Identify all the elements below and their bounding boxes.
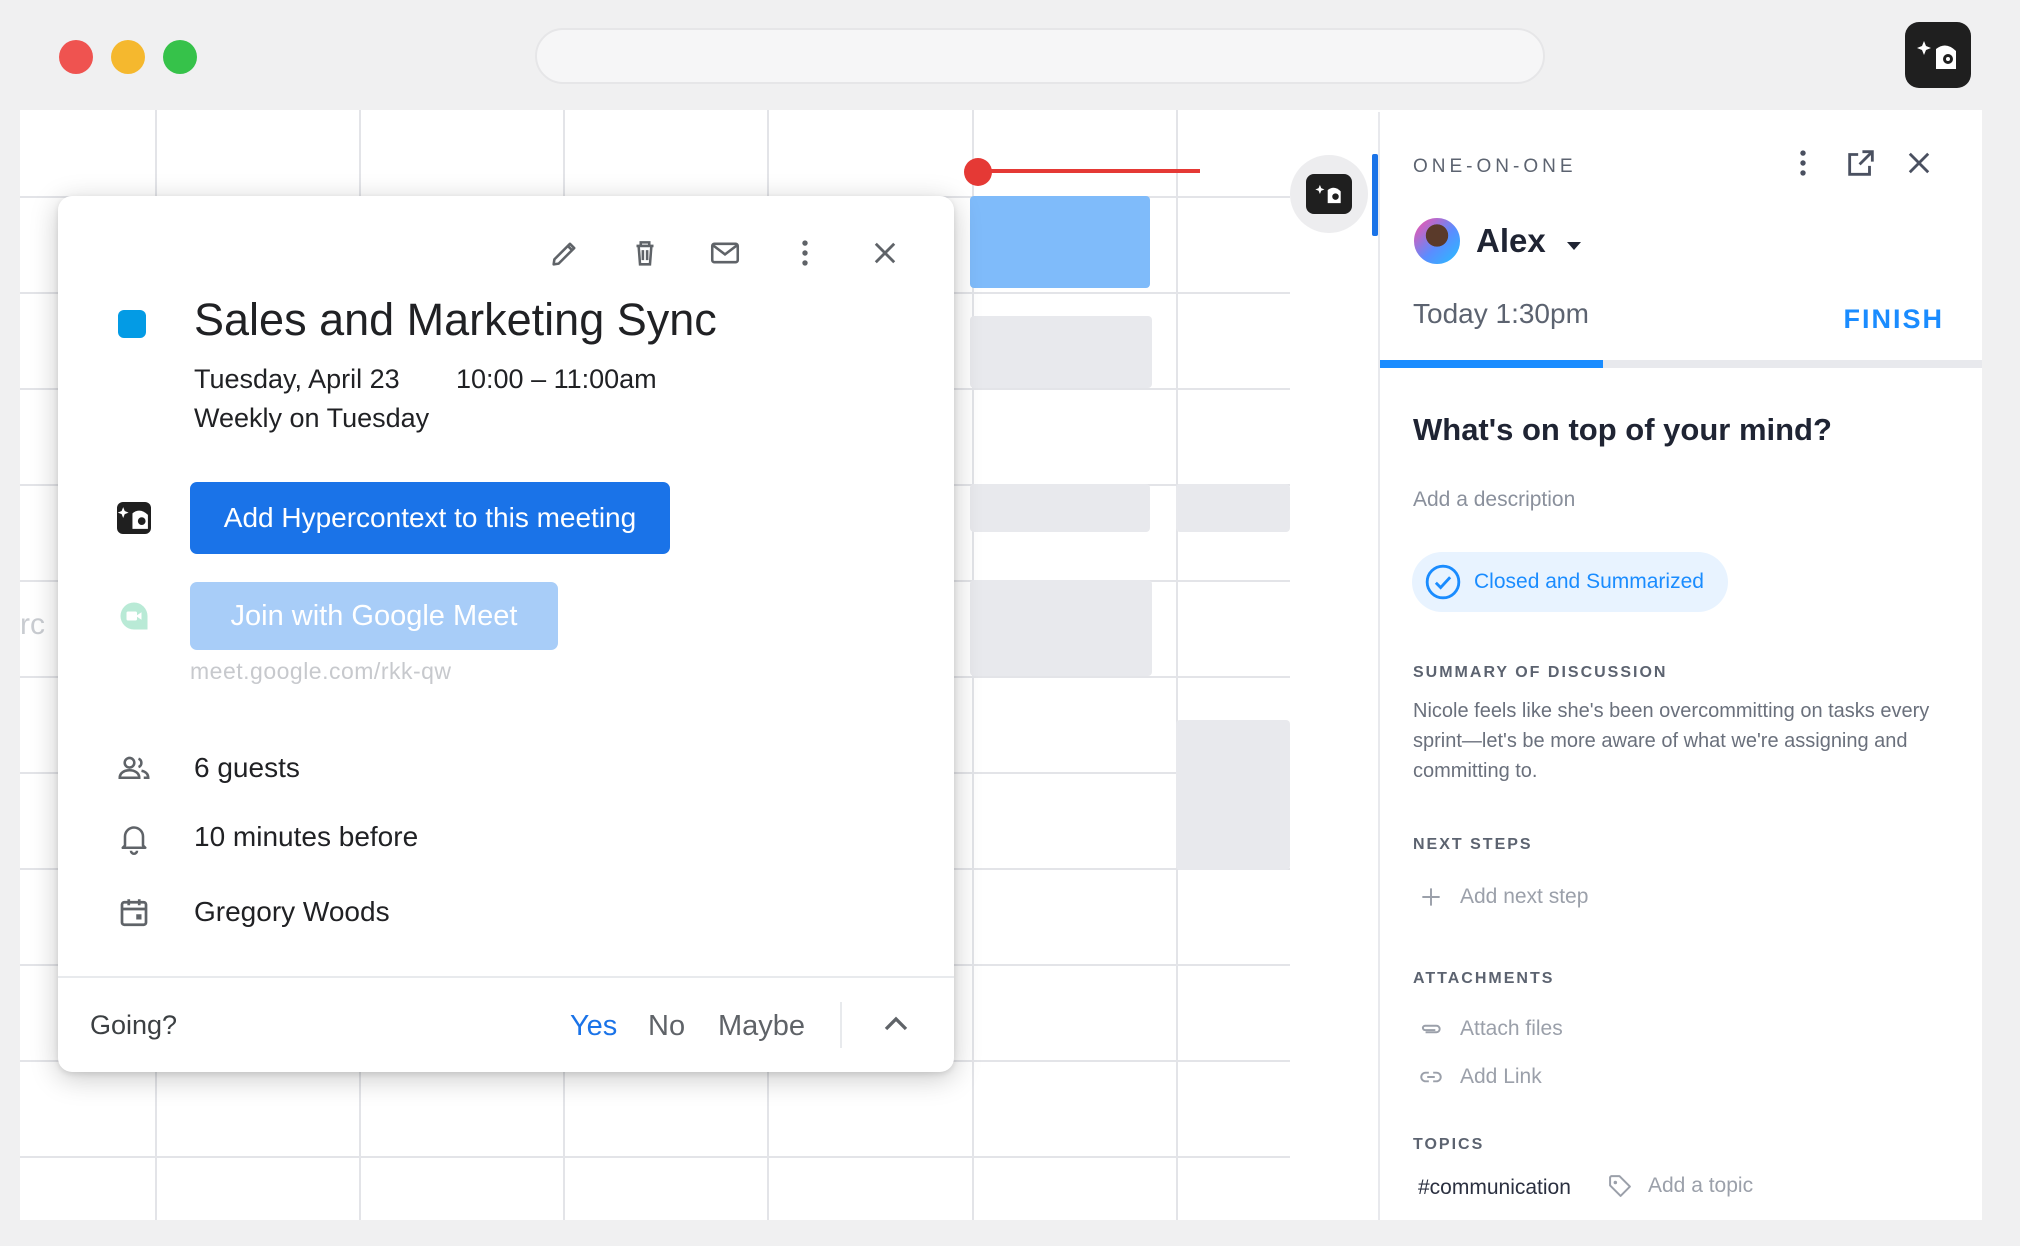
attach-files-label: Attach files [1460, 1017, 1563, 1040]
guests-icon [114, 748, 154, 788]
delete-event-button[interactable] [616, 224, 674, 282]
add-next-step-label: Add next step [1460, 885, 1589, 908]
attach-files-button[interactable]: Attach files [1418, 1016, 1563, 1042]
calendar-event-selected[interactable] [970, 196, 1150, 288]
rsvp-separator [840, 1002, 842, 1048]
popup-divider [58, 976, 954, 978]
summary-label: SUMMARY OF DISCUSSION [1413, 664, 1668, 681]
clipped-text: rc [20, 608, 45, 641]
trash-icon [636, 241, 654, 266]
calendar-event[interactable] [970, 484, 1150, 532]
rsvp-yes-button[interactable]: Yes [570, 1010, 617, 1043]
window-minimize-dot[interactable] [111, 40, 145, 74]
topic-question[interactable]: What's on top of your mind? [1413, 412, 1832, 448]
add-next-step-button[interactable]: Add next step [1418, 884, 1588, 910]
going-label: Going? [90, 1010, 178, 1040]
caret-down-icon[interactable] [1562, 234, 1586, 258]
calendar-event[interactable] [1176, 484, 1290, 532]
tag-icon [1609, 1175, 1631, 1197]
topics-label: TOPICS [1413, 1136, 1485, 1153]
organizer-name: Gregory Woods [194, 896, 390, 927]
avatar [1412, 216, 1462, 266]
add-link-button[interactable]: Add Link [1418, 1064, 1542, 1090]
close-icon [1908, 152, 1930, 174]
current-time-line [980, 169, 1200, 173]
add-hypercontext-button[interactable]: Add Hypercontext to this meeting [190, 482, 670, 554]
external-link-icon [1848, 150, 1874, 176]
grid-line [20, 1156, 1290, 1158]
calendar-event[interactable] [970, 580, 1152, 676]
meeting-time: Today 1:30pm [1413, 298, 1589, 329]
browser-chrome [0, 0, 2020, 110]
edit-event-button[interactable] [536, 224, 594, 282]
add-topic-label: Add a topic [1648, 1174, 1754, 1197]
window-close-dot[interactable] [59, 40, 93, 74]
topic-tag[interactable]: #communication [1418, 1176, 1571, 1200]
next-steps-label: NEXT STEPS [1413, 836, 1533, 853]
pencil-icon [552, 242, 576, 266]
meet-link[interactable]: meet.google.com/rkk-qw [190, 658, 452, 685]
finish-button[interactable]: FINISH [1843, 304, 1944, 335]
bell-icon [114, 818, 154, 858]
more-options-button[interactable] [776, 224, 834, 282]
event-date: Tuesday, April 23 [194, 364, 400, 394]
hypercontext-side-panel: ONE-ON-ONE Alex Today 1:30pm FINISH What… [1378, 112, 1982, 1220]
hypercontext-row-icon [114, 498, 154, 538]
calendar-event[interactable] [970, 316, 1152, 388]
description-placeholder[interactable]: Add a description [1413, 488, 1575, 512]
close-icon [874, 242, 896, 264]
chevron-up-icon[interactable] [876, 1004, 916, 1044]
calendar-icon [114, 892, 154, 932]
summary-text[interactable]: Nicole feels like she's been overcommitt… [1413, 696, 1933, 786]
event-time: 10:00 – 11:00am [456, 364, 657, 394]
hypercontext-extension-icon[interactable] [1905, 22, 1971, 88]
address-bar[interactable] [535, 28, 1545, 84]
meeting-progress-bar [1380, 360, 1982, 368]
event-recurrence: Weekly on Tuesday [194, 403, 430, 433]
popup-toolbar [536, 224, 914, 282]
panel-more-button[interactable] [1786, 146, 1820, 180]
reminder-text: 10 minutes before [194, 821, 419, 852]
add-link-label: Add Link [1460, 1065, 1542, 1088]
hypercontext-logo-icon [1306, 174, 1352, 214]
window-maximize-dot[interactable] [163, 40, 197, 74]
more-vert-icon [802, 240, 808, 266]
paperclip-icon [1421, 1024, 1441, 1034]
link-icon [1420, 1071, 1442, 1083]
event-title: Sales and Marketing Sync [194, 294, 717, 345]
add-topic-button[interactable]: Add a topic [1606, 1172, 1753, 1200]
mail-icon [710, 242, 740, 264]
close-panel-button[interactable] [1902, 146, 1936, 180]
event-color-swatch [118, 310, 146, 338]
hypercontext-float-button[interactable] [1290, 155, 1368, 233]
guest-count[interactable]: 6 guests [194, 752, 300, 784]
more-vert-icon [1800, 150, 1806, 176]
grid-line [1176, 110, 1178, 1220]
event-details-popup: Sales and Marketing Sync Tuesday, April … [58, 196, 954, 1072]
hypercontext-logo-icon [117, 502, 151, 534]
rsvp-no-button[interactable]: No [648, 1010, 685, 1043]
close-popup-button[interactable] [856, 224, 914, 282]
status-badge[interactable]: Closed and Summarized [1412, 552, 1728, 612]
join-google-meet-button[interactable]: Join with Google Meet [190, 582, 558, 650]
meeting-type-label: ONE-ON-ONE [1413, 156, 1577, 177]
check-circle-icon [1425, 564, 1461, 600]
person-name[interactable]: Alex [1476, 222, 1546, 260]
calendar-event[interactable] [1176, 720, 1290, 870]
plus-icon [1422, 888, 1440, 906]
rsvp-maybe-button[interactable]: Maybe [718, 1010, 805, 1043]
panel-toolbar [1786, 146, 1936, 180]
attachments-label: ATTACHMENTS [1413, 970, 1555, 987]
open-external-button[interactable] [1844, 146, 1878, 180]
progress-fill [1380, 360, 1603, 368]
status-text: Closed and Summarized [1474, 570, 1704, 593]
email-guests-button[interactable] [696, 224, 754, 282]
google-meet-icon [114, 596, 154, 636]
hypercontext-logo-icon [1917, 41, 1956, 69]
